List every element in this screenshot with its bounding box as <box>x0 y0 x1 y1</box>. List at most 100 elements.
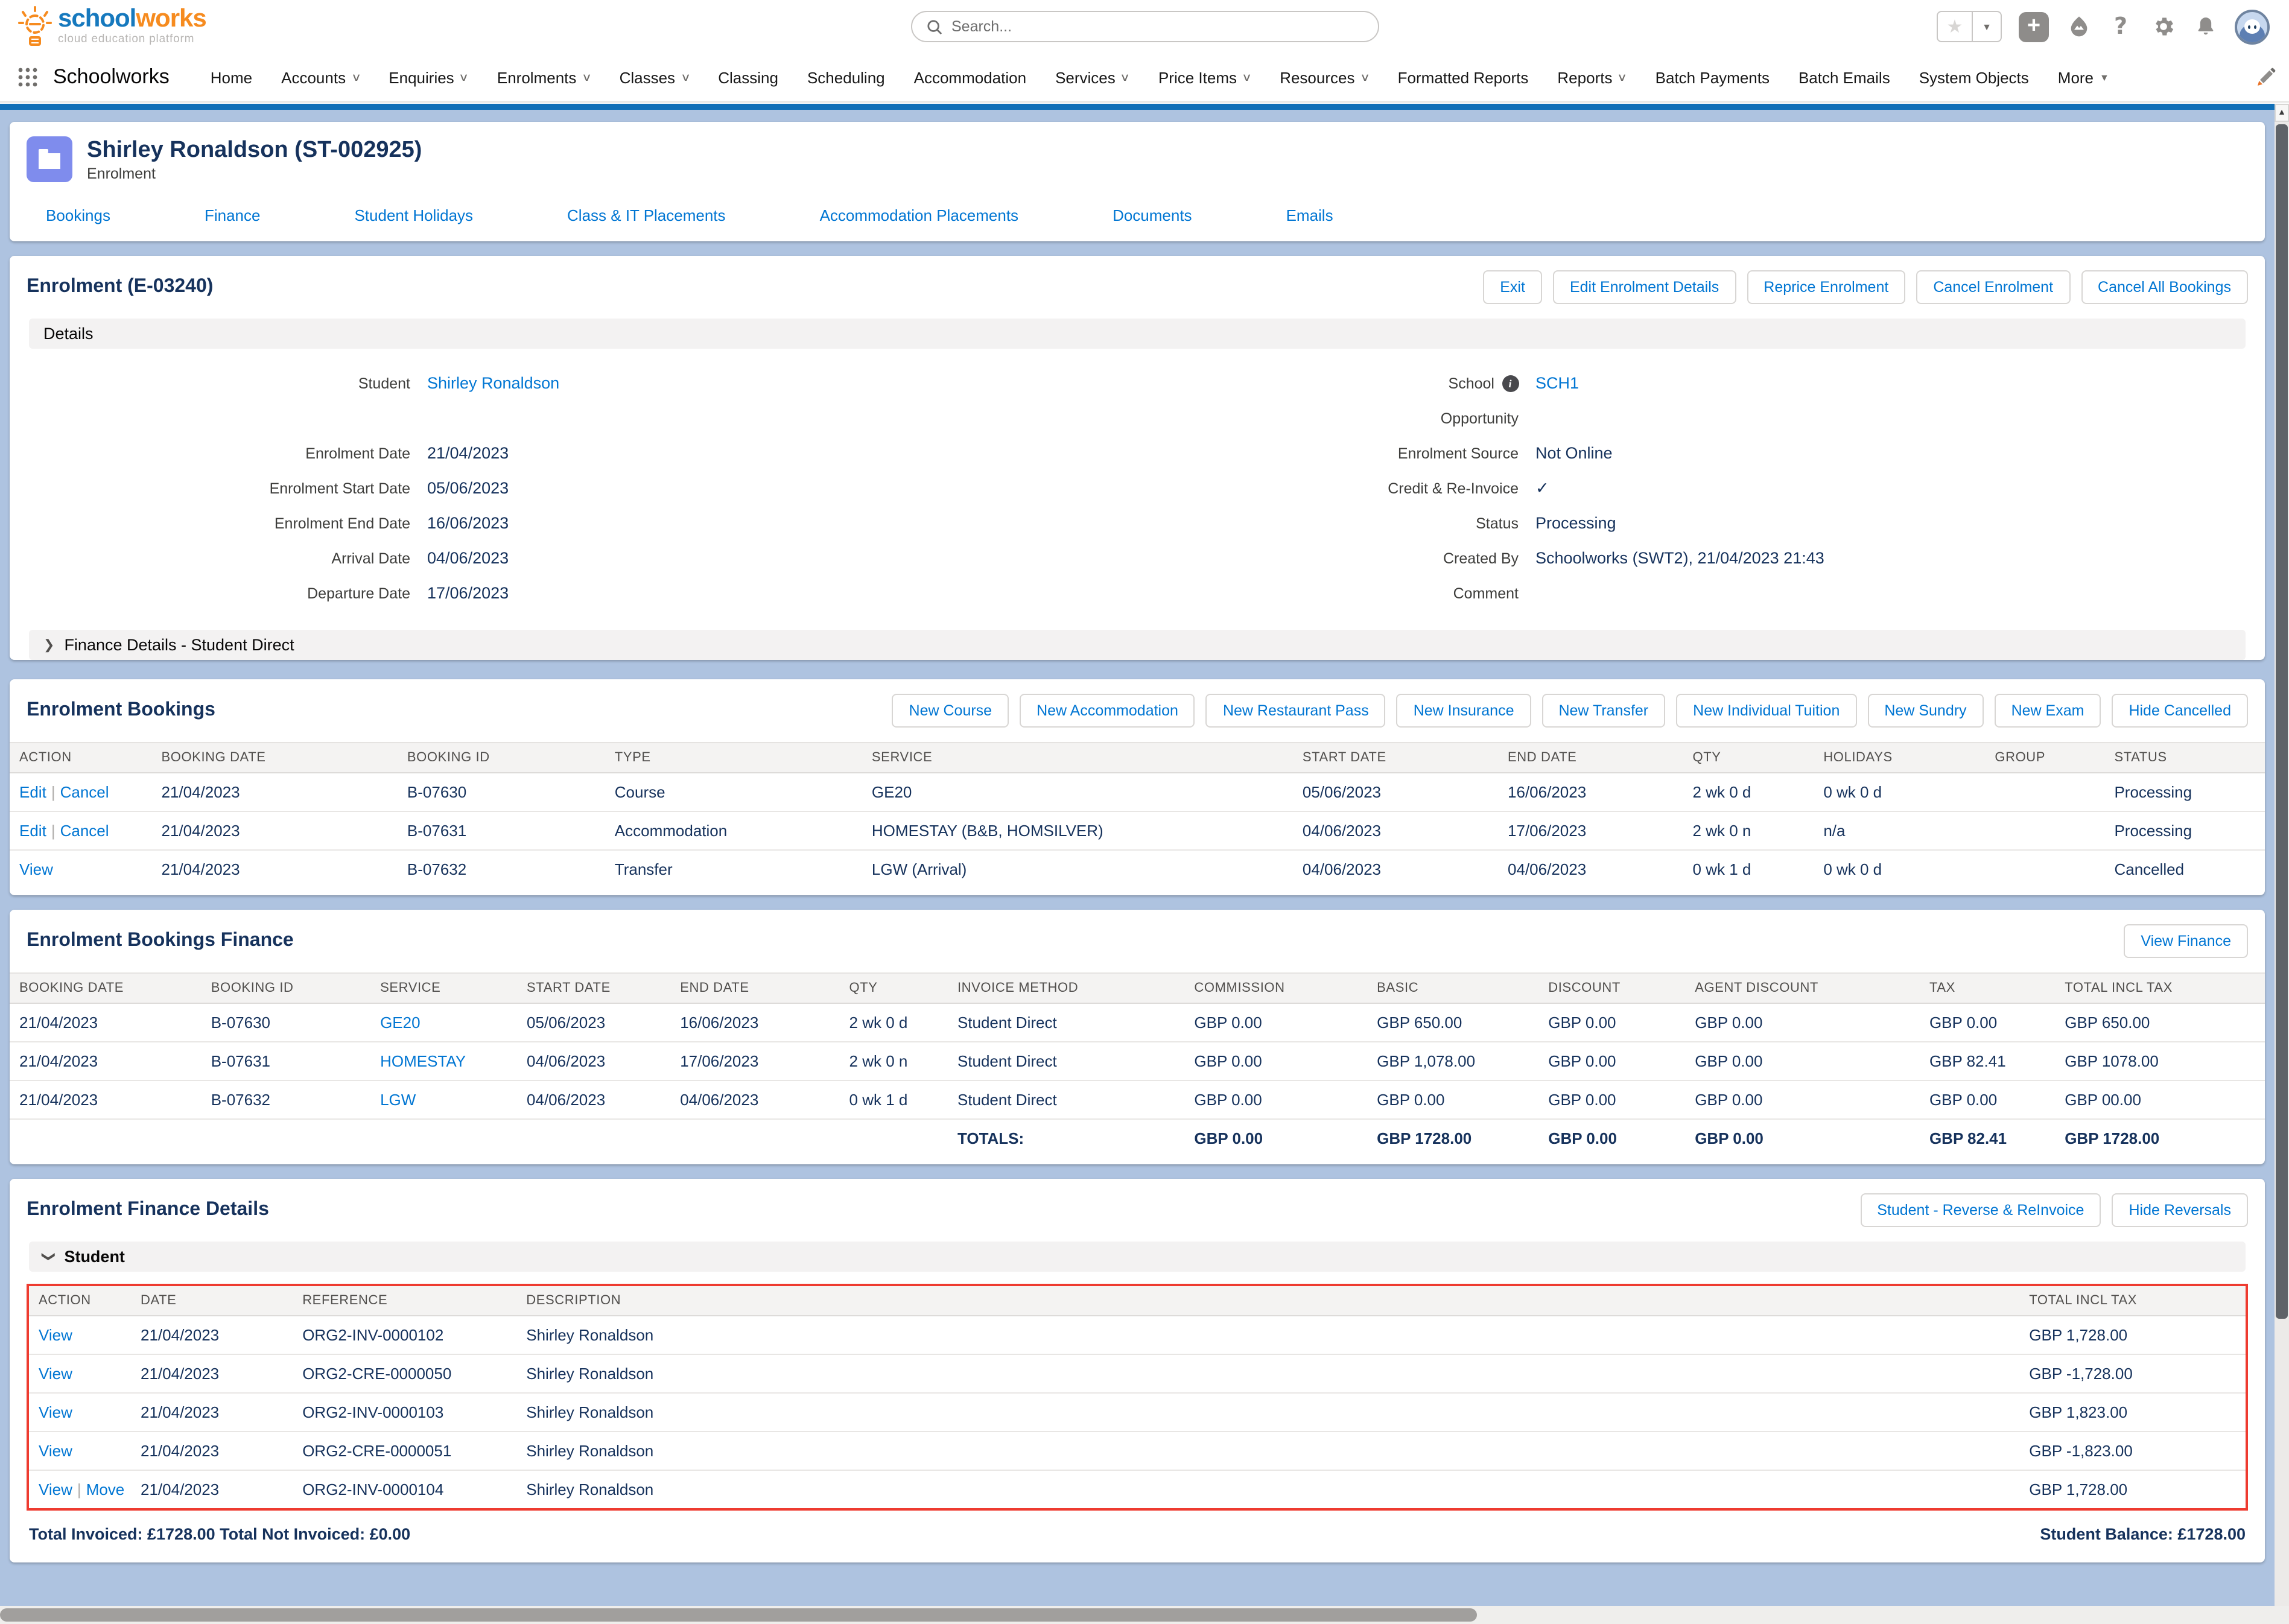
new-individual-tuition-button[interactable]: New Individual Tuition <box>1676 694 1856 728</box>
subtab-accommodation-placements[interactable]: Accommodation Placements <box>820 206 1019 224</box>
nav-tab-reports[interactable]: Reports∨ <box>1543 68 1640 86</box>
nav-tab-batch-emails[interactable]: Batch Emails <box>1784 68 1905 86</box>
move-link[interactable]: Move <box>86 1480 125 1499</box>
edit-enrolment-details-button[interactable]: Edit Enrolment Details <box>1553 270 1736 304</box>
nav-tab-formatted-reports[interactable]: Formatted Reports <box>1383 68 1543 86</box>
horizontal-scrollbar[interactable] <box>0 1606 2289 1624</box>
new-restaurant-pass-button[interactable]: New Restaurant Pass <box>1206 694 1386 728</box>
info-icon[interactable]: i <box>1502 375 1519 392</box>
vertical-scrollbar-thumb[interactable] <box>2276 124 2288 1319</box>
chevron-down-filled-icon: ▼ <box>2100 72 2109 83</box>
new-sundry-button[interactable]: New Sundry <box>1867 694 1983 728</box>
reprice-enrolment-button[interactable]: Reprice Enrolment <box>1747 270 1905 304</box>
horizontal-scrollbar-thumb[interactable] <box>0 1608 1476 1622</box>
view-link[interactable]: View <box>39 1365 72 1383</box>
chevron-down-icon: ∨ <box>1617 71 1627 84</box>
global-search-input[interactable]: Search... <box>910 11 1379 42</box>
checkmark-icon: ✓ <box>1535 478 1549 498</box>
field-comment: Comment <box>1137 576 2246 611</box>
cancel-link[interactable]: Cancel <box>60 822 109 840</box>
column-header: START DATE <box>1293 743 1498 773</box>
hide-cancelled-button[interactable]: Hide Cancelled <box>2112 694 2248 728</box>
finance-details-toggle[interactable]: ❯ Finance Details - Student Direct <box>29 630 2246 660</box>
nav-tab-resources[interactable]: Resources∨ <box>1265 68 1383 86</box>
notifications-bell-icon[interactable] <box>2192 14 2218 39</box>
edit-pencil-icon[interactable] <box>2255 66 2277 88</box>
profile-avatar[interactable] <box>2235 9 2270 44</box>
nav-tab-classing[interactable]: Classing <box>703 68 793 86</box>
cancel-all-bookings-button[interactable]: Cancel All Bookings <box>2081 270 2248 304</box>
nav-tab-more[interactable]: More▼ <box>2043 68 2124 86</box>
nav-tab-accommodation[interactable]: Accommodation <box>900 68 1041 86</box>
utility-bar: schoolworks cloud education platform Sea… <box>0 0 2289 53</box>
field-student: Student Shirley Ronaldson <box>29 366 1137 401</box>
hide-reversals-button[interactable]: Hide Reversals <box>2112 1193 2248 1227</box>
nav-tab-home[interactable]: Home <box>196 68 267 86</box>
nav-tab-batch-payments[interactable]: Batch Payments <box>1641 68 1784 86</box>
student-reverse-reinvoice-button[interactable]: Student - Reverse & ReInvoice <box>1860 1193 2101 1227</box>
new-accommodation-button[interactable]: New Accommodation <box>1020 694 1195 728</box>
chevron-down-icon: ∨ <box>351 71 361 84</box>
nav-tab-enquiries[interactable]: Enquiries∨ <box>374 68 483 86</box>
nav-tab-accounts[interactable]: Accounts∨ <box>267 68 374 86</box>
view-link[interactable]: View <box>19 860 53 878</box>
help-icon[interactable]: ? <box>2108 14 2133 39</box>
subtab-student-holidays[interactable]: Student Holidays <box>354 206 473 224</box>
vertical-scrollbar[interactable]: ▲ <box>2275 104 2289 1606</box>
edit-link[interactable]: Edit <box>19 783 46 801</box>
search-icon <box>926 19 942 34</box>
view-link[interactable]: View <box>39 1403 72 1421</box>
subtab-class-it-placements[interactable]: Class & IT Placements <box>567 206 726 224</box>
new-transfer-button[interactable]: New Transfer <box>1541 694 1665 728</box>
nav-tab-services[interactable]: Services∨ <box>1041 68 1144 86</box>
view-finance-button[interactable]: View Finance <box>2124 924 2248 958</box>
table-header-row: ACTION DATE REFERENCE DESCRIPTION TOTAL … <box>29 1286 2246 1316</box>
details-fields: Student Shirley Ronaldson Enrolment Date… <box>10 349 2265 623</box>
nav-tab-enrolments[interactable]: Enrolments∨ <box>483 68 605 86</box>
new-course-button[interactable]: New Course <box>892 694 1009 728</box>
subtab-finance[interactable]: Finance <box>205 206 261 224</box>
student-section-toggle[interactable]: ❯ Student <box>29 1242 2246 1272</box>
subtab-documents[interactable]: Documents <box>1113 206 1192 224</box>
view-link[interactable]: View <box>39 1480 72 1499</box>
student-link[interactable]: Shirley Ronaldson <box>427 374 559 392</box>
nav-tab-system-objects[interactable]: System Objects <box>1905 68 2043 86</box>
setup-gear-icon[interactable] <box>2150 14 2176 39</box>
new-exam-button[interactable]: New Exam <box>1995 694 2101 728</box>
school-link[interactable]: SCH1 <box>1535 374 1579 392</box>
service-link[interactable]: GE20 <box>380 1013 421 1032</box>
column-header: SERVICE <box>862 743 1293 773</box>
cancel-link[interactable]: Cancel <box>60 783 109 801</box>
service-link[interactable]: LGW <box>380 1091 416 1109</box>
field-enrolment-end-date: Enrolment End Date16/06/2023 <box>29 506 1137 541</box>
favorites-star-icon[interactable]: ★ <box>1937 11 1973 42</box>
cancel-enrolment-button[interactable]: Cancel Enrolment <box>1916 270 2070 304</box>
nav-tab-scheduling[interactable]: Scheduling <box>793 68 900 86</box>
enrolment-bookings-finance-card: Enrolment Bookings Finance View Finance … <box>10 910 2265 1164</box>
exit-button[interactable]: Exit <box>1483 270 1542 304</box>
table-row: View|Move 21/04/2023 ORG2-INV-0000104 Sh… <box>29 1470 2246 1508</box>
guidance-icon[interactable] <box>2066 14 2091 39</box>
nav-tab-classes[interactable]: Classes∨ <box>605 68 704 86</box>
service-link[interactable]: HOMESTAY <box>380 1052 466 1070</box>
subtab-bookings[interactable]: Bookings <box>46 206 110 224</box>
view-link[interactable]: View <box>39 1442 72 1460</box>
table-row: 21/04/2023 B-07631 HOMESTAY 04/06/2023 1… <box>10 1042 2265 1080</box>
favorites-expand-icon[interactable]: ▼ <box>1973 11 2002 42</box>
column-header: DESCRIPTION <box>516 1286 2019 1316</box>
view-link[interactable]: View <box>39 1326 72 1344</box>
add-icon[interactable]: + <box>2019 11 2049 42</box>
column-header: HOLIDAYS <box>1814 743 1985 773</box>
column-header: SERVICE <box>370 973 517 1003</box>
column-header: TYPE <box>605 743 862 773</box>
app-launcher-icon[interactable] <box>17 66 39 88</box>
nav-tab-price-items[interactable]: Price Items∨ <box>1144 68 1265 86</box>
column-header: BASIC <box>1367 973 1538 1003</box>
chevron-right-icon: ❯ <box>43 637 54 653</box>
new-insurance-button[interactable]: New Insurance <box>1397 694 1531 728</box>
edit-link[interactable]: Edit <box>19 822 46 840</box>
record-subtabs: Bookings Finance Student Holidays Class … <box>27 182 2248 241</box>
subtab-emails[interactable]: Emails <box>1286 206 1333 224</box>
field-created-by: Created BySchoolworks (SWT2), 21/04/2023… <box>1137 541 2246 576</box>
scroll-up-arrow-icon[interactable]: ▲ <box>2275 104 2289 122</box>
